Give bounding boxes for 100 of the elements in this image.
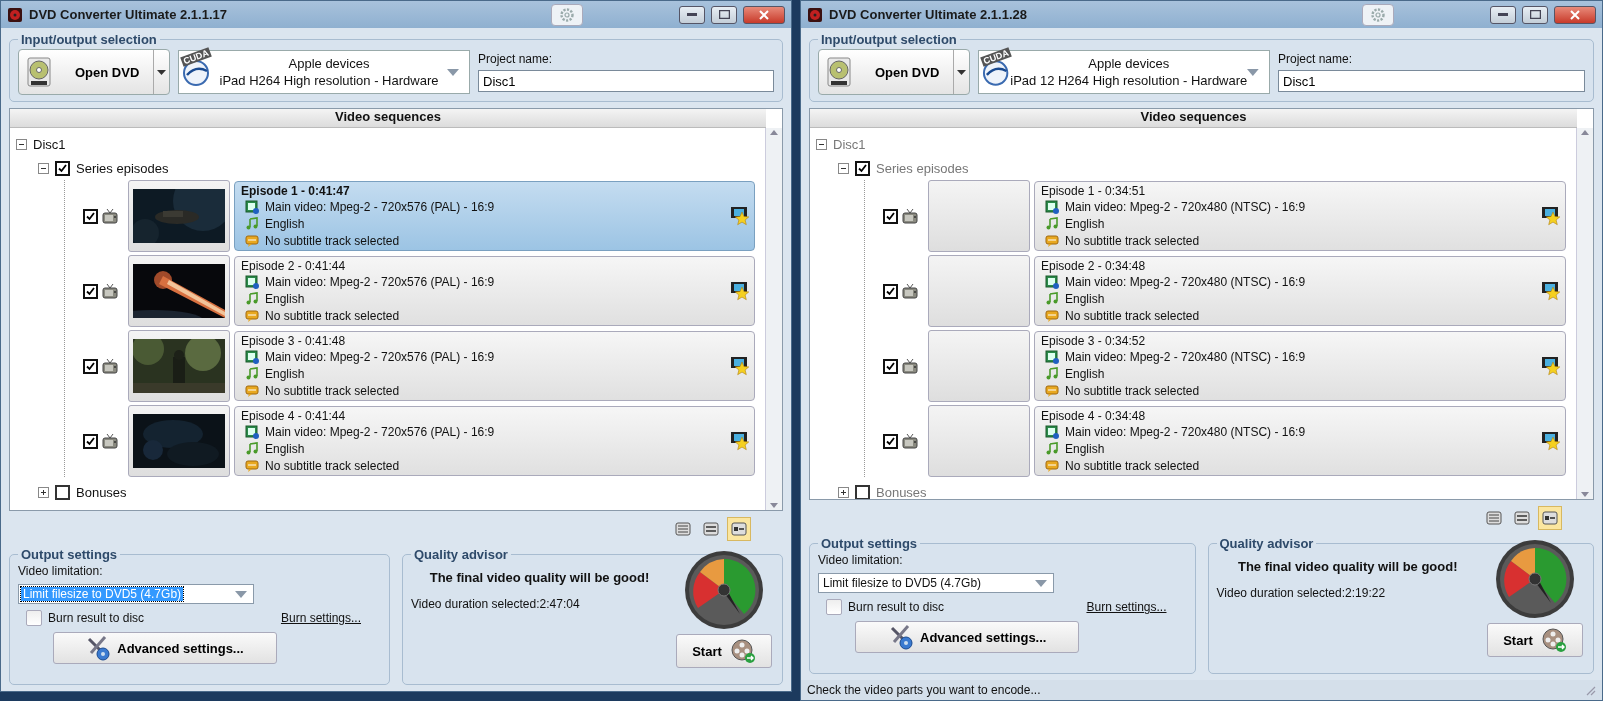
subtitle-info: No subtitle track selected [265,233,400,248]
group-title: Quality advisor [413,547,509,562]
episode-title: Episode 1 - 0:34:51 [1041,183,1146,198]
checkbox[interactable] [83,358,98,374]
dropdown-button[interactable] [153,50,169,94]
group-title: Quality advisor [1218,536,1315,551]
group-title: Output settings [20,547,119,562]
video-info: Main video: Mpeg-2 - 720x480 (NTSC) - 16:9 [1065,274,1306,289]
tv-icon [102,433,118,449]
video-limitation-dropdown[interactable]: Limit filesize to DVD5 (4.7Gb) [818,573,1054,593]
caret-icon [1035,579,1047,587]
scroll-up-icon[interactable] [1581,130,1589,135]
scroll-down-icon[interactable] [1581,492,1589,497]
film-star-icon[interactable] [730,356,750,376]
list-header: Video sequences [810,109,1577,128]
start-button[interactable]: Start [676,634,772,668]
project-name-field[interactable]: Disc1 [478,70,774,92]
film-reel-icon [1540,627,1567,653]
thumbnail-frame[interactable] [128,330,230,402]
tree-item-label[interactable]: Bonuses [76,484,127,500]
film-star-icon[interactable] [730,431,750,451]
maximize-button[interactable] [711,5,737,24]
thumbnail-frame[interactable] [128,405,230,477]
scroll-down-icon[interactable] [770,503,778,508]
checkbox[interactable] [83,433,98,449]
episode-card[interactable]: Episode 1 - 0:41:47 Main video: Mpeg-2 - 720x576 (PAL) - 16:9 English No subtitle track selected [234,181,755,251]
burn-settings-link[interactable]: Burn settings... [1086,600,1167,614]
episode-title: Episode 3 - 0:41:48 [241,333,346,348]
film-star-icon[interactable] [730,206,750,226]
quality-message: The final video quality will be good! [428,570,651,585]
field-label: Project name: [1278,52,1354,66]
dropdown-button[interactable] [953,50,969,94]
video-icon [245,274,259,289]
collapse-icon[interactable] [38,162,49,174]
minimize-icon [687,12,697,17]
minimize-button[interactable] [679,5,705,24]
group-title: Input/output selection [820,32,958,47]
advanced-settings-button[interactable]: Advanced settings... [855,621,1080,653]
scroll-up-icon[interactable] [770,130,778,135]
collapse-icon[interactable] [16,138,27,150]
episode-card[interactable]: Episode 3 - 0:41:48 Main video: Mpeg-2 - 720x576 (PAL) - 16:9 English No subtitle track selected [234,331,755,401]
close-button[interactable] [1554,5,1596,24]
maximize-icon [718,10,730,19]
split-button[interactable]: Open DVD [18,49,170,95]
video-info: Main video: Mpeg-2 - 720x480 (NTSC) - 16:9 [1065,424,1306,439]
project-name-field[interactable]: Disc1 [1278,70,1585,92]
audio-track: English [265,216,305,231]
split-button[interactable]: Open DVD [818,49,970,95]
episode-card[interactable]: Episode 2 - 0:41:44 Main video: Mpeg-2 - 720x576 (PAL) - 16:9 English No subtitle track selected [234,256,755,326]
minimize-button[interactable] [1490,5,1516,24]
burn-settings-link[interactable]: Burn settings... [280,611,361,625]
checkbox[interactable] [55,484,70,500]
checkbox[interactable] [26,610,42,626]
tv-icon [902,283,918,299]
start-button[interactable]: Start [1487,623,1583,657]
settings-icon [1370,6,1386,23]
window-title: DVD Converter Ultimate 2.1.1.28 [829,7,1028,22]
subtitle-icon [1045,233,1059,248]
thumbnail-frame[interactable] [128,255,230,327]
field-label: Video limitation: [18,564,104,578]
tree-item-label[interactable]: Series episodes [76,160,169,176]
subtitle-info: No subtitle track selected [265,458,400,473]
checkbox[interactable] [55,160,70,176]
thumbnail-frame[interactable] [128,180,230,252]
view-mode-button[interactable] [1538,506,1562,530]
audio-track: English [1065,366,1105,381]
expand-icon[interactable] [38,486,49,498]
resize-grip-icon[interactable] [1584,684,1596,696]
list-header: Video sequences [10,109,766,128]
music-icon [1045,441,1059,456]
music-icon [1045,366,1059,381]
subtitle-icon [245,458,259,473]
video-icon [1045,274,1059,289]
checkbox[interactable] [83,208,98,224]
profile-dropdown[interactable]: CUDA Apple devices iPad 12 H264 High resolution - Hardware [978,50,1270,94]
profile-dropdown[interactable]: CUDA Apple devices iPad H264 High resolution - Hardware [178,50,470,94]
film-star-icon[interactable] [730,281,750,301]
tree-item-label[interactable]: Disc1 [33,136,66,152]
view-mode-button[interactable] [727,517,751,541]
profile-category: Apple devices [1088,56,1170,71]
video-icon [245,349,259,364]
subtitle-info: No subtitle track selected [1065,308,1200,323]
checkbox[interactable] [826,599,842,615]
maximize-button[interactable] [1522,5,1548,24]
checkbox[interactable] [83,283,98,299]
scrollbar[interactable] [1576,128,1593,499]
profile-name: iPad H264 High resolution - Hardware [219,73,439,88]
subtitle-icon [245,383,259,398]
episode-card[interactable]: Episode 4 - 0:41:44 Main video: Mpeg-2 - 720x576 (PAL) - 16:9 English No subtitle track selected [234,406,755,476]
close-button[interactable] [743,5,785,24]
subtitle-icon [1045,458,1059,473]
music-icon [1045,216,1059,231]
caret-icon [447,68,459,76]
checkbox-label: Burn result to disc [848,600,945,614]
open-dvd-button[interactable]: Open DVD [819,50,953,94]
scrollbar[interactable] [765,128,782,510]
audio-track: English [1065,441,1105,456]
open-dvd-button[interactable]: Open DVD [19,50,153,94]
advanced-settings-button[interactable]: Advanced settings... [52,632,277,664]
episode-title: Episode 2 - 0:34:48 [1041,258,1146,273]
